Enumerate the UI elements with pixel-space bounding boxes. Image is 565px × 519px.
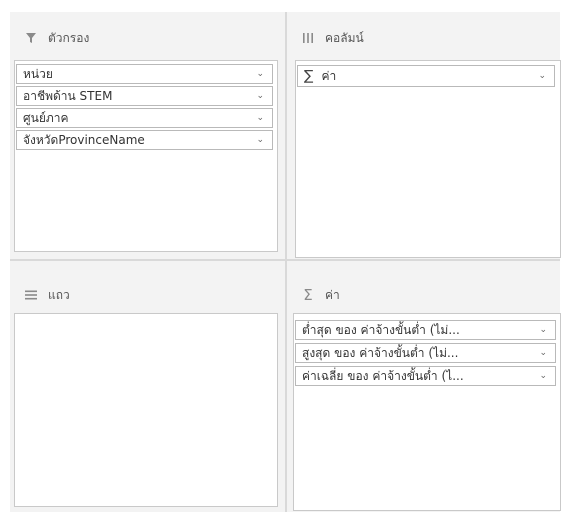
field-label: หน่วย: [23, 66, 53, 81]
value-field-minimum-wage-max[interactable]: สูงสุด ของ ค่าจ้างขั้นต่ำ (ไม่... ⌄: [295, 343, 556, 363]
chevron-down-icon[interactable]: ⌄: [539, 371, 547, 381]
filter-field-region-center[interactable]: ศูนย์ภาค ⌄: [16, 108, 273, 128]
rows-drop-zone[interactable]: [14, 313, 278, 507]
filters-title: ตัวกรอง: [48, 30, 90, 45]
filters-header: ตัวกรอง: [22, 28, 89, 48]
field-label: ∑ ค่า: [304, 67, 336, 86]
field-label: อาชีพด้าน STEM: [23, 88, 113, 103]
filters-drop-zone[interactable]: หน่วย ⌄ อาชีพด้าน STEM ⌄ ศูนย์ภาค ⌄ จังห…: [14, 60, 278, 252]
columns-title: คอลัมน์: [325, 30, 364, 45]
chevron-down-icon[interactable]: ⌄: [539, 348, 547, 358]
field-label: ศูนย์ภาค: [23, 110, 69, 125]
column-field-values[interactable]: ∑ ค่า ⌄: [297, 65, 555, 87]
values-area: Σ ค่า ต่ำสุด ของ ค่าจ้างขั้นต่ำ (ไม่... …: [287, 261, 561, 512]
field-label: ค่าเฉลี่ย ของ ค่าจ้างขั้นต่ำ (ไ...: [302, 368, 464, 383]
filter-field-province[interactable]: จังหวัดProvinceName ⌄: [16, 130, 273, 150]
filter-field-stem-occupation[interactable]: อาชีพด้าน STEM ⌄: [16, 86, 273, 106]
rows-title: แถว: [48, 287, 70, 302]
columns-header: คอลัมน์: [299, 28, 364, 48]
filters-area: ตัวกรอง หน่วย ⌄ อาชีพด้าน STEM ⌄ ศูนย์ภา…: [10, 12, 285, 259]
columns-icon: [299, 30, 317, 46]
values-drop-zone[interactable]: ต่ำสุด ของ ค่าจ้างขั้นต่ำ (ไม่... ⌄ สูงส…: [293, 313, 561, 511]
filter-icon: [22, 30, 40, 46]
rows-header: แถว: [22, 285, 70, 305]
rows-icon: [22, 287, 40, 303]
sigma-icon: ∑: [304, 67, 314, 84]
pivot-field-areas: ตัวกรอง หน่วย ⌄ อาชีพด้าน STEM ⌄ ศูนย์ภา…: [0, 0, 565, 519]
chevron-down-icon[interactable]: ⌄: [256, 135, 264, 145]
chevron-down-icon[interactable]: ⌄: [256, 113, 264, 123]
chevron-down-icon[interactable]: ⌄: [539, 325, 547, 335]
chevron-down-icon[interactable]: ⌄: [538, 71, 546, 81]
field-label: สูงสุด ของ ค่าจ้างขั้นต่ำ (ไม่...: [302, 345, 459, 360]
filter-field-unit[interactable]: หน่วย ⌄: [16, 64, 273, 84]
sigma-icon: Σ: [303, 286, 313, 304]
values-title: ค่า: [325, 287, 340, 302]
value-field-minimum-wage-avg[interactable]: ค่าเฉลี่ย ของ ค่าจ้างขั้นต่ำ (ไ... ⌄: [295, 366, 556, 386]
field-label: ต่ำสุด ของ ค่าจ้างขั้นต่ำ (ไม่...: [302, 322, 460, 337]
field-label: จังหวัดProvinceName: [23, 132, 145, 147]
field-label-text: ค่า: [321, 68, 337, 83]
chevron-down-icon[interactable]: ⌄: [256, 91, 264, 101]
chevron-down-icon[interactable]: ⌄: [256, 69, 264, 79]
values-header: Σ ค่า: [299, 285, 340, 305]
value-field-minimum-wage-min[interactable]: ต่ำสุด ของ ค่าจ้างขั้นต่ำ (ไม่... ⌄: [295, 320, 556, 340]
columns-area: คอลัมน์ ∑ ค่า ⌄: [287, 12, 561, 259]
columns-drop-zone[interactable]: ∑ ค่า ⌄: [295, 60, 561, 258]
rows-area: แถว: [10, 261, 285, 512]
